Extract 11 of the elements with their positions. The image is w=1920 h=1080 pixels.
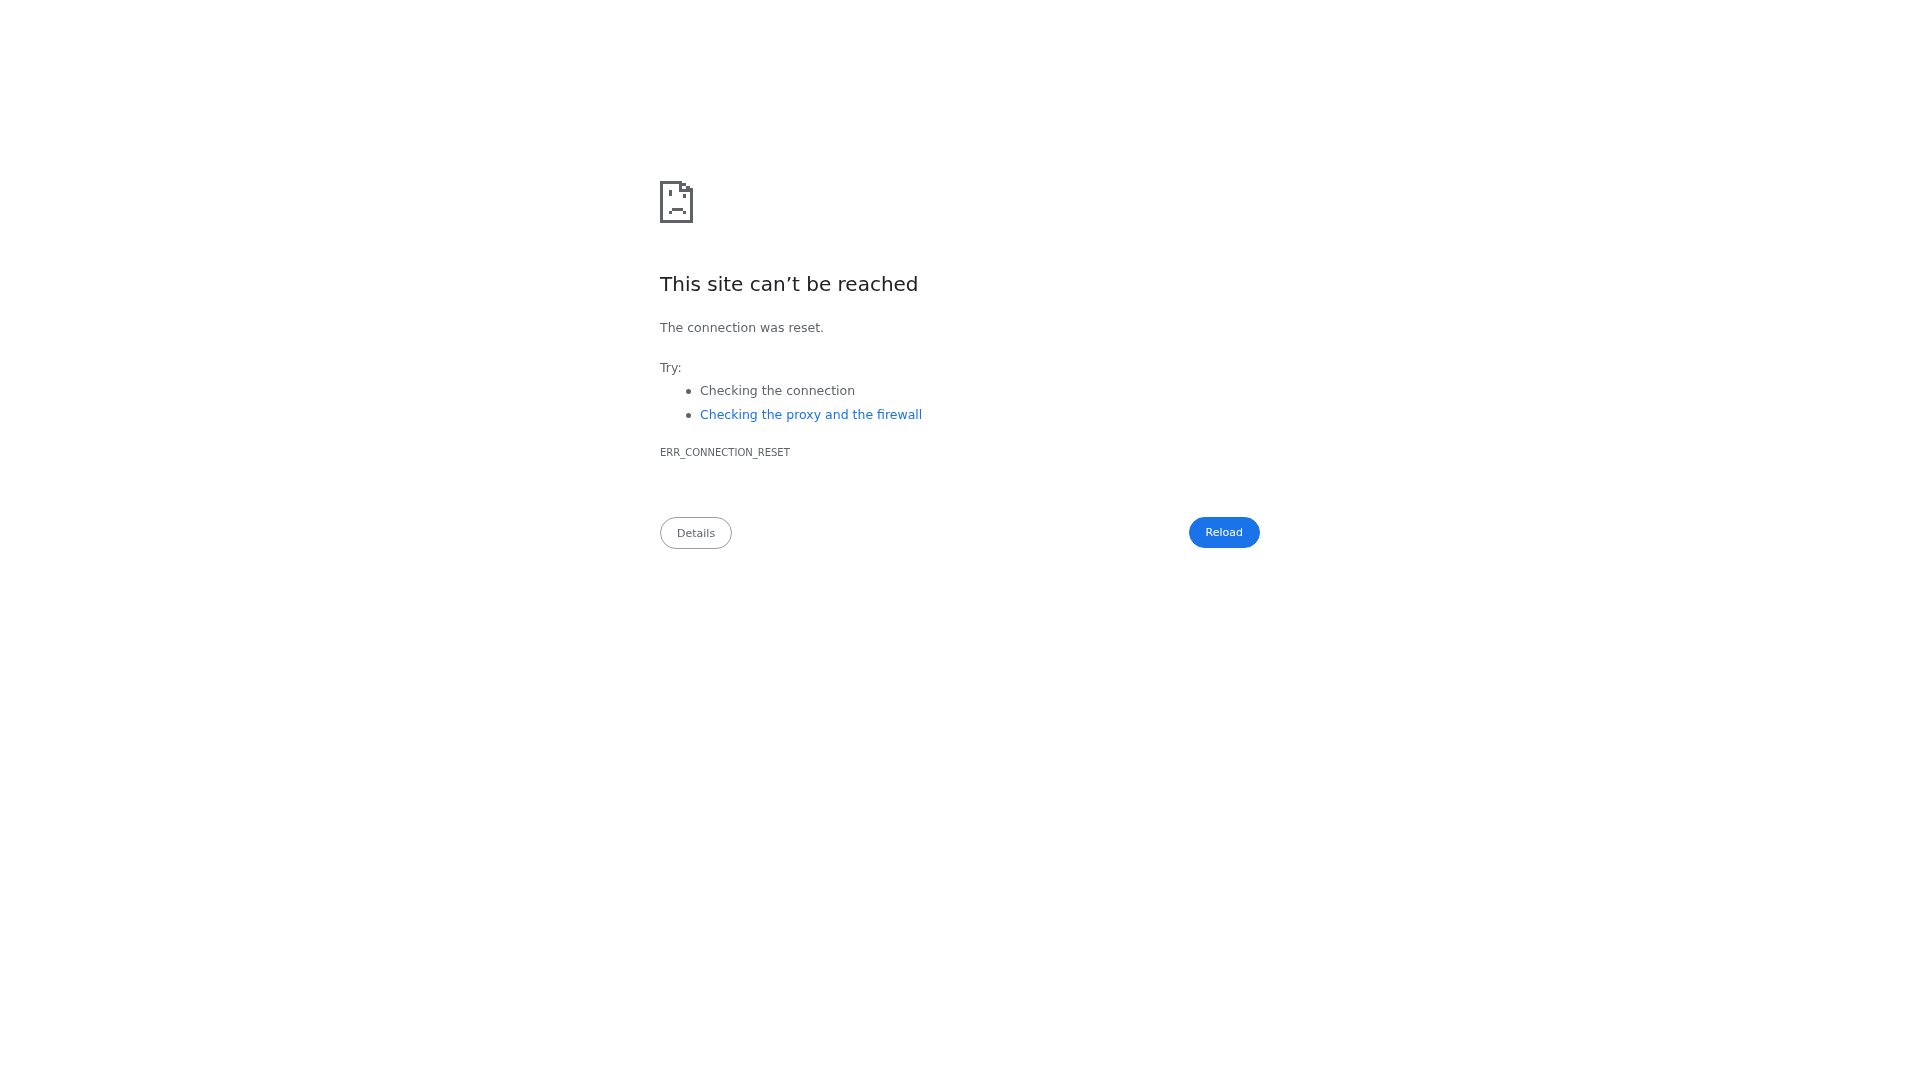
reload-button[interactable]: Reload [1188, 517, 1260, 548]
proxy-firewall-link[interactable]: Checking the proxy and the firewall [700, 405, 923, 425]
error-summary: The connection was reset. [660, 319, 825, 337]
bullet-icon [686, 412, 691, 418]
try-label: Try: [660, 359, 682, 377]
error-title: This site can’t be reached [660, 271, 919, 298]
bullet-icon [686, 388, 691, 394]
details-button[interactable]: Details [660, 517, 733, 549]
suggestion-text: Checking the connection [700, 382, 856, 400]
sad-page-icon [660, 181, 693, 223]
error-code: ERR_CONNECTION_RESET [660, 446, 790, 461]
